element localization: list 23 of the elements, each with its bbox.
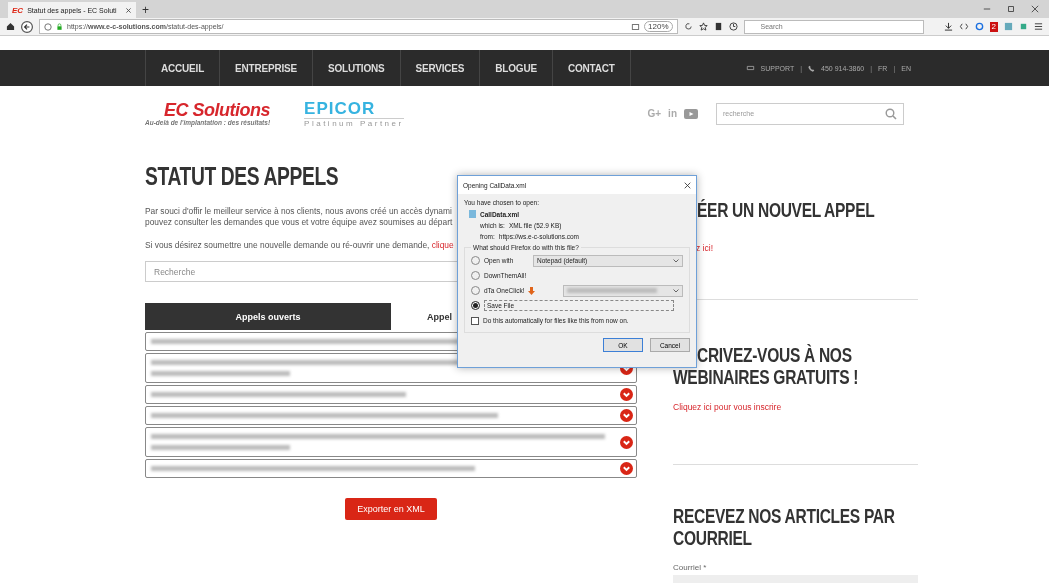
page-title: STATUT DES APPELS (145, 161, 339, 192)
section-heading: RECEVEZ NOS ARTICLES PAR (673, 505, 895, 527)
nav-link[interactable]: CONTACT (552, 50, 631, 86)
favicon: EC (12, 5, 24, 15)
nav-link[interactable]: ENTREPRISE (220, 50, 313, 86)
nav-link[interactable]: SERVICES (400, 50, 481, 86)
addon-badge[interactable]: 2 (989, 21, 998, 32)
nav-link[interactable]: SOLUTIONS (312, 50, 401, 86)
submit-link[interactable]: clique (431, 240, 454, 250)
section-heading: CRIVEZ-VOUS À NOS (697, 344, 852, 366)
field-label: Courriel * (673, 563, 708, 572)
section-link[interactable]: Cliquez ici pour vous inscrire (673, 402, 782, 412)
section-heading: WEBINAIRES GRATUITS ! (673, 366, 859, 388)
export-button[interactable]: Exporter en XML (345, 498, 437, 520)
nav-link[interactable]: BLOGUE (480, 50, 553, 86)
calls-tab[interactable]: Appels ouverts (145, 303, 391, 330)
partner-logo: EPICOR Platinum Partner (304, 99, 404, 128)
submit-text: Si vous désirez soumettre une nouvelle demande ou ré-ouvrir une demande, clique (145, 240, 454, 251)
new-tab-button[interactable]: + (142, 2, 149, 18)
section-heading: COURRIEL (673, 527, 752, 549)
intro-text: Par souci d'offir le meilleur service à nos clients, nous avons créé un accès dynami pouvez consulter les demandes que vous et votre équipe avez soumises au départ (145, 206, 453, 228)
nav-link[interactable]: ACCUEIL (145, 50, 221, 86)
section-heading: ÉER UN NOUVEL APPEL (697, 199, 875, 221)
